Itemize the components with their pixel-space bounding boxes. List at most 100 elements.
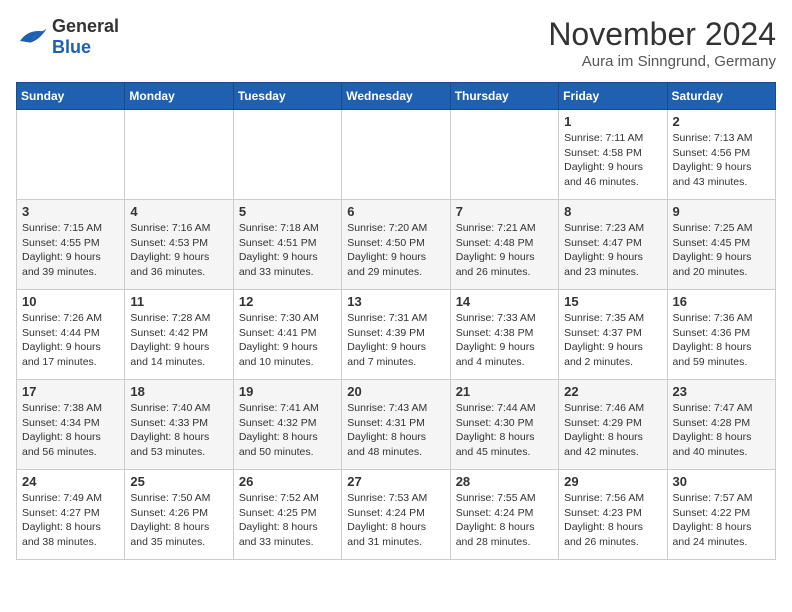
title-area: November 2024 Aura im Sinngrund, Germany bbox=[548, 16, 776, 70]
weekday-header-row: SundayMondayTuesdayWednesdayThursdayFrid… bbox=[17, 83, 776, 110]
logo-bird-icon bbox=[16, 25, 48, 49]
calendar-cell: 17Sunrise: 7:38 AM Sunset: 4:34 PM Dayli… bbox=[17, 380, 125, 470]
day-info: Sunrise: 7:25 AM Sunset: 4:45 PM Dayligh… bbox=[673, 221, 770, 280]
day-info: Sunrise: 7:41 AM Sunset: 4:32 PM Dayligh… bbox=[239, 401, 336, 460]
day-info: Sunrise: 7:20 AM Sunset: 4:50 PM Dayligh… bbox=[347, 221, 444, 280]
day-number: 23 bbox=[673, 384, 770, 399]
day-info: Sunrise: 7:35 AM Sunset: 4:37 PM Dayligh… bbox=[564, 311, 661, 370]
day-info: Sunrise: 7:49 AM Sunset: 4:27 PM Dayligh… bbox=[22, 491, 119, 550]
day-info: Sunrise: 7:18 AM Sunset: 4:51 PM Dayligh… bbox=[239, 221, 336, 280]
page-header: General Blue November 2024 Aura im Sinng… bbox=[16, 16, 776, 70]
calendar-cell bbox=[342, 110, 450, 200]
logo: General Blue bbox=[16, 16, 119, 58]
calendar-cell: 19 Sunrise: 7:41 AM Sunset: 4:32 PM Dayli… bbox=[233, 380, 341, 470]
day-number: 7 bbox=[456, 204, 553, 219]
day-number: 24 bbox=[22, 474, 119, 489]
logo-general: General bbox=[52, 16, 119, 36]
day-number: 22 bbox=[564, 384, 661, 399]
calendar-week-row: 1 Sunrise: 7:11 AM Sunset: 4:58 PM Daylig… bbox=[17, 110, 776, 200]
calendar-cell: 12 Sunrise: 7:30 AM Sunset: 4:41 PM Dayli… bbox=[233, 290, 341, 380]
calendar-cell bbox=[17, 110, 125, 200]
day-number: 8 bbox=[564, 204, 661, 219]
day-number: 3 bbox=[22, 204, 119, 219]
calendar-week-row: 10 Sunrise: 7:26 AM Sunset: 4:44 PM Dayli… bbox=[17, 290, 776, 380]
calendar-cell: 27 Sunrise: 7:53 AM Sunset: 4:24 PM Dayli… bbox=[342, 470, 450, 560]
calendar-cell: 24 Sunrise: 7:49 AM Sunset: 4:27 PM Dayli… bbox=[17, 470, 125, 560]
calendar-cell: 6 Sunrise: 7:20 AM Sunset: 4:50 PM Daylig… bbox=[342, 200, 450, 290]
calendar-cell: 1 Sunrise: 7:11 AM Sunset: 4:58 PM Daylig… bbox=[559, 110, 667, 200]
day-number: 19 bbox=[239, 384, 336, 399]
calendar-cell: 18 Sunrise: 7:40 AM Sunset: 4:33 PM Dayli… bbox=[125, 380, 233, 470]
weekday-header-wednesday: Wednesday bbox=[342, 83, 450, 110]
day-info: Sunrise: 7:46 AM Sunset: 4:29 PM Dayligh… bbox=[564, 401, 661, 460]
day-info: Sunrise: 7:40 AM Sunset: 4:33 PM Dayligh… bbox=[130, 401, 227, 460]
calendar-cell bbox=[450, 110, 558, 200]
day-info: Sunrise: 7:53 AM Sunset: 4:24 PM Dayligh… bbox=[347, 491, 444, 550]
day-number: 27 bbox=[347, 474, 444, 489]
day-number: 25 bbox=[130, 474, 227, 489]
day-number: 1 bbox=[564, 114, 661, 129]
calendar-cell: 8 Sunrise: 7:23 AM Sunset: 4:47 PM Daylig… bbox=[559, 200, 667, 290]
calendar-cell: 15 Sunrise: 7:35 AM Sunset: 4:37 PM Dayli… bbox=[559, 290, 667, 380]
day-number: 29 bbox=[564, 474, 661, 489]
calendar-cell: 7Sunrise: 7:21 AM Sunset: 4:48 PM Daylig… bbox=[450, 200, 558, 290]
logo-blue: Blue bbox=[52, 37, 91, 57]
day-info: Sunrise: 7:26 AM Sunset: 4:44 PM Dayligh… bbox=[22, 311, 119, 370]
day-number: 2 bbox=[673, 114, 770, 129]
calendar-cell: 10 Sunrise: 7:26 AM Sunset: 4:44 PM Dayli… bbox=[17, 290, 125, 380]
day-info: Sunrise: 7:47 AM Sunset: 4:28 PM Dayligh… bbox=[673, 401, 770, 460]
day-number: 15 bbox=[564, 294, 661, 309]
weekday-header-saturday: Saturday bbox=[667, 83, 775, 110]
day-info: Sunrise: 7:33 AM Sunset: 4:38 PM Dayligh… bbox=[456, 311, 553, 370]
day-number: 21 bbox=[456, 384, 553, 399]
weekday-header-sunday: Sunday bbox=[17, 83, 125, 110]
weekday-header-thursday: Thursday bbox=[450, 83, 558, 110]
weekday-header-monday: Monday bbox=[125, 83, 233, 110]
calendar-cell: 4 Sunrise: 7:16 AM Sunset: 4:53 PM Daylig… bbox=[125, 200, 233, 290]
calendar-cell: 29 Sunrise: 7:56 AM Sunset: 4:23 PM Dayli… bbox=[559, 470, 667, 560]
calendar-cell: 22 Sunrise: 7:46 AM Sunset: 4:29 PM Dayli… bbox=[559, 380, 667, 470]
day-number: 30 bbox=[673, 474, 770, 489]
day-number: 16 bbox=[673, 294, 770, 309]
day-number: 12 bbox=[239, 294, 336, 309]
calendar-cell: 30 Sunrise: 7:57 AM Sunset: 4:22 PM Dayli… bbox=[667, 470, 775, 560]
day-number: 20 bbox=[347, 384, 444, 399]
day-info: Sunrise: 7:23 AM Sunset: 4:47 PM Dayligh… bbox=[564, 221, 661, 280]
calendar-cell: 2Sunrise: 7:13 AM Sunset: 4:56 PM Daylig… bbox=[667, 110, 775, 200]
day-info: Sunrise: 7:55 AM Sunset: 4:24 PM Dayligh… bbox=[456, 491, 553, 550]
day-info: Sunrise: 7:30 AM Sunset: 4:41 PM Dayligh… bbox=[239, 311, 336, 370]
day-info: Sunrise: 7:16 AM Sunset: 4:53 PM Dayligh… bbox=[130, 221, 227, 280]
day-number: 28 bbox=[456, 474, 553, 489]
day-number: 18 bbox=[130, 384, 227, 399]
day-info: Sunrise: 7:43 AM Sunset: 4:31 PM Dayligh… bbox=[347, 401, 444, 460]
day-number: 9 bbox=[673, 204, 770, 219]
day-info: Sunrise: 7:31 AM Sunset: 4:39 PM Dayligh… bbox=[347, 311, 444, 370]
day-number: 5 bbox=[239, 204, 336, 219]
day-number: 4 bbox=[130, 204, 227, 219]
calendar-cell: 11Sunrise: 7:28 AM Sunset: 4:42 PM Dayli… bbox=[125, 290, 233, 380]
day-info: Sunrise: 7:44 AM Sunset: 4:30 PM Dayligh… bbox=[456, 401, 553, 460]
calendar-cell bbox=[233, 110, 341, 200]
calendar-cell: 23 Sunrise: 7:47 AM Sunset: 4:28 PM Dayli… bbox=[667, 380, 775, 470]
calendar-cell: 26 Sunrise: 7:52 AM Sunset: 4:25 PM Dayli… bbox=[233, 470, 341, 560]
day-number: 10 bbox=[22, 294, 119, 309]
calendar-cell: 16Sunrise: 7:36 AM Sunset: 4:36 PM Dayli… bbox=[667, 290, 775, 380]
weekday-header-tuesday: Tuesday bbox=[233, 83, 341, 110]
calendar-cell: 25 Sunrise: 7:50 AM Sunset: 4:26 PM Dayli… bbox=[125, 470, 233, 560]
day-number: 13 bbox=[347, 294, 444, 309]
calendar-cell bbox=[125, 110, 233, 200]
day-info: Sunrise: 7:57 AM Sunset: 4:22 PM Dayligh… bbox=[673, 491, 770, 550]
month-title: November 2024 bbox=[548, 16, 776, 53]
day-number: 6 bbox=[347, 204, 444, 219]
calendar-week-row: 17Sunrise: 7:38 AM Sunset: 4:34 PM Dayli… bbox=[17, 380, 776, 470]
day-number: 17 bbox=[22, 384, 119, 399]
day-info: Sunrise: 7:11 AM Sunset: 4:58 PM Dayligh… bbox=[564, 131, 661, 190]
calendar-cell: 20 Sunrise: 7:43 AM Sunset: 4:31 PM Dayli… bbox=[342, 380, 450, 470]
day-info: Sunrise: 7:52 AM Sunset: 4:25 PM Dayligh… bbox=[239, 491, 336, 550]
calendar-table: SundayMondayTuesdayWednesdayThursdayFrid… bbox=[16, 82, 776, 560]
day-number: 26 bbox=[239, 474, 336, 489]
day-info: Sunrise: 7:50 AM Sunset: 4:26 PM Dayligh… bbox=[130, 491, 227, 550]
day-info: Sunrise: 7:56 AM Sunset: 4:23 PM Dayligh… bbox=[564, 491, 661, 550]
calendar-cell: 28 Sunrise: 7:55 AM Sunset: 4:24 PM Dayli… bbox=[450, 470, 558, 560]
weekday-header-friday: Friday bbox=[559, 83, 667, 110]
